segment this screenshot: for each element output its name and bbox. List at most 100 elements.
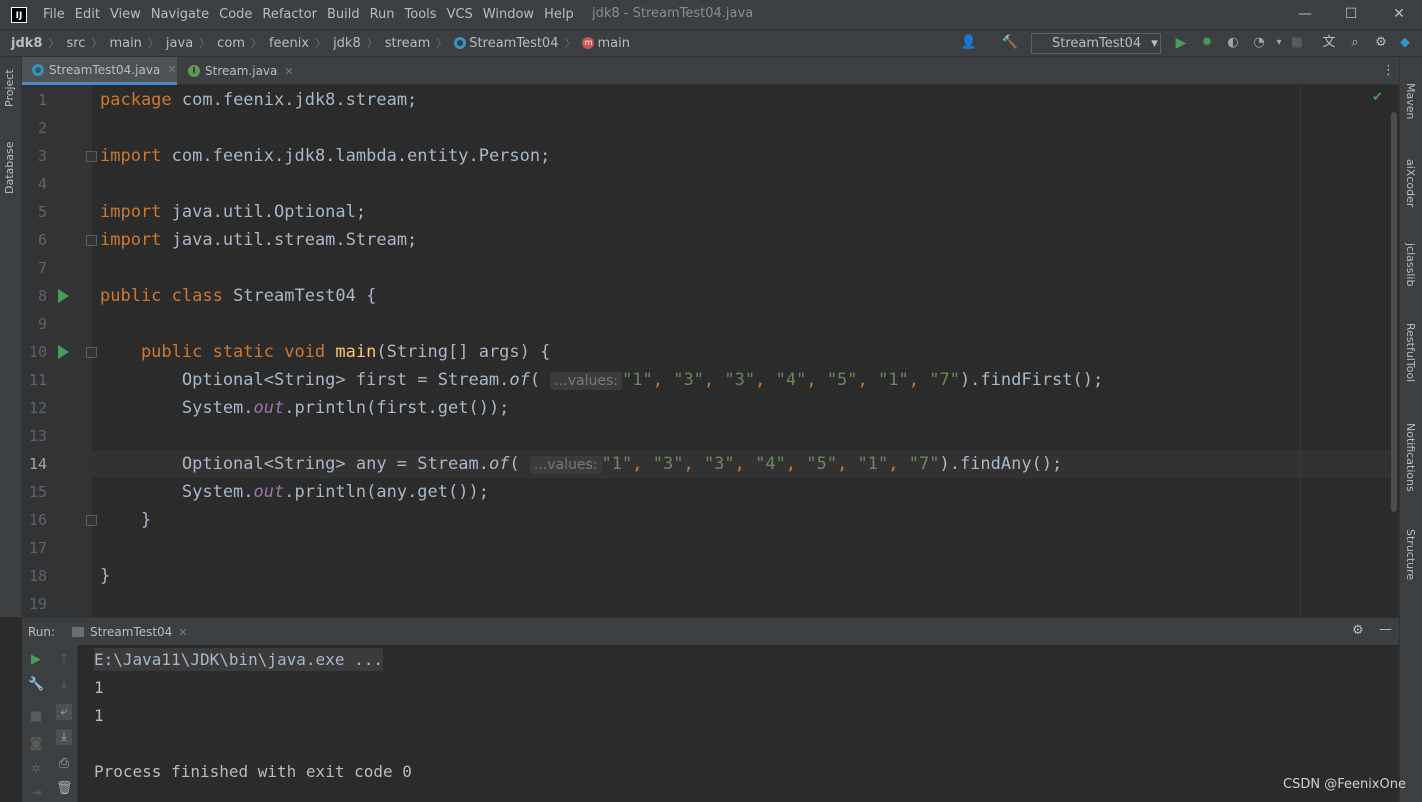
navigation-bar: jdk8 〉 src 〉 main 〉 java 〉 com 〉 feenix 〉 jdk8… (0, 29, 1422, 57)
inspection-ok-icon[interactable]: ✔ (1372, 90, 1383, 105)
project-tool-tab[interactable]: Project (3, 69, 16, 107)
gear-icon[interactable]: ⚙ (1352, 623, 1364, 638)
crumb-method[interactable]: m main (582, 36, 630, 51)
crumb-main[interactable]: main (109, 36, 141, 51)
code-line-16: } (100, 510, 152, 530)
translate-icon[interactable]: 文 (1320, 34, 1338, 52)
menu-view[interactable]: View (106, 7, 147, 22)
menu-file[interactable]: File (39, 7, 71, 22)
crumb-com[interactable]: com (217, 36, 245, 51)
run-panel-title: Run: (28, 624, 56, 639)
fold-icon[interactable] (86, 515, 97, 526)
code-editor[interactable]: 1 2 3 4 5 6 7 8 9 10 11 12 13 14 15 16 1… (22, 86, 1399, 617)
jclasslib-tool-tab[interactable]: jclasslib (1404, 243, 1417, 286)
maximize-button[interactable]: ☐ (1328, 0, 1374, 29)
menu-vcs[interactable]: VCS (443, 7, 479, 22)
menu-refactor[interactable]: Refactor (258, 7, 323, 22)
restfultool-tool-tab[interactable]: RestfulTool (1404, 323, 1417, 382)
menu-help[interactable]: Help (540, 7, 580, 22)
more-options-icon[interactable]: ⋮ (1382, 63, 1395, 78)
user-icon[interactable]: 👤 (960, 34, 978, 52)
wrench-icon[interactable]: 🔧 (28, 677, 44, 693)
run-main-gutter-icon[interactable] (58, 345, 69, 359)
run-class-gutter-icon[interactable] (58, 289, 69, 303)
close-tab-icon[interactable]: ✕ (178, 626, 187, 639)
aixcoder-tool-tab[interactable]: aiXcoder (1404, 159, 1417, 207)
crumb-project[interactable]: jdk8 (11, 36, 42, 51)
comma: , (785, 454, 807, 474)
menu-run[interactable]: Run (366, 7, 401, 22)
console-command-text: E:\Java11\JDK\bin\java.exe ... (94, 648, 383, 671)
arrow-down-icon[interactable]: ↓ (56, 677, 72, 693)
menu-build[interactable]: Build (323, 7, 366, 22)
crumb-stream[interactable]: stream (385, 36, 431, 51)
print-icon[interactable]: ⎙ (56, 756, 72, 772)
chevron-down-icon: ▾ (1151, 36, 1158, 51)
string-literal: "1" (622, 370, 653, 390)
menu-window[interactable]: Window (479, 7, 540, 22)
tab-stream[interactable]: I Stream.java ✕ (178, 57, 298, 85)
run-tab-streamtest04[interactable]: StreamTest04 ✕ (72, 618, 188, 646)
notifications-tool-tab[interactable]: Notifications (1404, 423, 1417, 492)
settings-icon[interactable]: ✲ (28, 762, 44, 778)
line-number: 10 (28, 343, 47, 361)
menu-code[interactable]: Code (215, 7, 258, 22)
string-literal: "4" (775, 370, 807, 390)
close-button[interactable]: ✕ (1376, 0, 1422, 29)
static-field: out (253, 398, 285, 418)
minimize-panel-icon[interactable]: — (1379, 622, 1392, 637)
trash-icon[interactable]: 🗑 (56, 781, 73, 797)
stop-icon[interactable]: ■ (1288, 34, 1306, 52)
run-configuration-selector[interactable]: StreamTest04 ▾ (1031, 33, 1161, 54)
comma: , (683, 454, 704, 474)
database-tool-tab[interactable]: Database (3, 142, 16, 195)
crumb-class-label: StreamTest04 (469, 35, 559, 51)
exit-icon[interactable]: ⇥ (28, 786, 44, 802)
line-number: 11 (28, 371, 47, 389)
search-icon[interactable]: ⌕ (1346, 34, 1364, 52)
editor-scrollbar[interactable] (1391, 112, 1397, 512)
stop-icon[interactable]: ■ (28, 709, 44, 725)
watermark: CSDN @FeenixOne (1283, 777, 1406, 792)
scroll-to-end-icon[interactable]: ⤓ (56, 729, 72, 745)
fold-icon[interactable] (86, 151, 97, 162)
structure-tool-tab[interactable]: Structure (1404, 529, 1417, 580)
fold-icon[interactable] (86, 235, 97, 246)
minimize-button[interactable]: — (1282, 0, 1328, 29)
menu-navigate[interactable]: Navigate (147, 7, 215, 22)
comma: , (888, 454, 909, 474)
comma: , (652, 370, 674, 390)
rerun-icon[interactable]: ▶ (28, 652, 44, 668)
crumb-class[interactable]: StreamTest04 (454, 36, 558, 51)
build-hammer-icon[interactable]: 🔨 (1001, 34, 1019, 52)
comma: , (755, 370, 776, 390)
string-literal: "4" (755, 454, 786, 474)
console-output[interactable]: E:\Java11\JDK\bin\java.exe ... 1 1 Proce… (78, 645, 1399, 802)
debug-icon[interactable]: ✹ (1198, 34, 1216, 52)
crumb-jdk8[interactable]: jdk8 (333, 36, 361, 51)
arrow-up-icon[interactable]: ↑ (56, 652, 72, 668)
breadcrumb: jdk8 〉 src 〉 main 〉 java 〉 com 〉 feenix 〉 jdk8… (11, 35, 630, 51)
chevron-right-icon: 〉 (315, 37, 327, 50)
coverage-icon[interactable]: ◐ (1224, 34, 1242, 52)
line-number: 16 (28, 511, 47, 529)
soft-wrap-icon[interactable]: ⤶ (56, 704, 72, 720)
crumb-src[interactable]: src (66, 36, 85, 51)
fold-icon[interactable] (86, 347, 97, 358)
tab-label: StreamTest04.java (49, 62, 161, 77)
tab-streamtest04[interactable]: StreamTest04.java ✕ (22, 57, 177, 85)
profile-icon[interactable]: ◔ (1250, 34, 1268, 52)
close-tab-icon[interactable]: ✕ (284, 65, 293, 78)
gear-icon[interactable]: ⚙ (1372, 34, 1390, 52)
maven-tool-tab[interactable]: Maven (1404, 83, 1417, 119)
menu-edit[interactable]: Edit (71, 7, 106, 22)
crumb-java[interactable]: java (166, 36, 193, 51)
menu-tools[interactable]: Tools (401, 7, 443, 22)
more-run-chevron-icon[interactable]: ▾ (1270, 34, 1288, 52)
camera-icon[interactable]: ◙ (28, 736, 44, 752)
code-line-8: public class StreamTest04 { (100, 282, 376, 310)
crumb-feenix[interactable]: feenix (269, 36, 309, 51)
close-tab-icon[interactable]: ✕ (167, 63, 176, 76)
run-icon[interactable]: ▶ (1172, 34, 1190, 52)
plugin-icon[interactable]: ◆ (1396, 34, 1414, 52)
